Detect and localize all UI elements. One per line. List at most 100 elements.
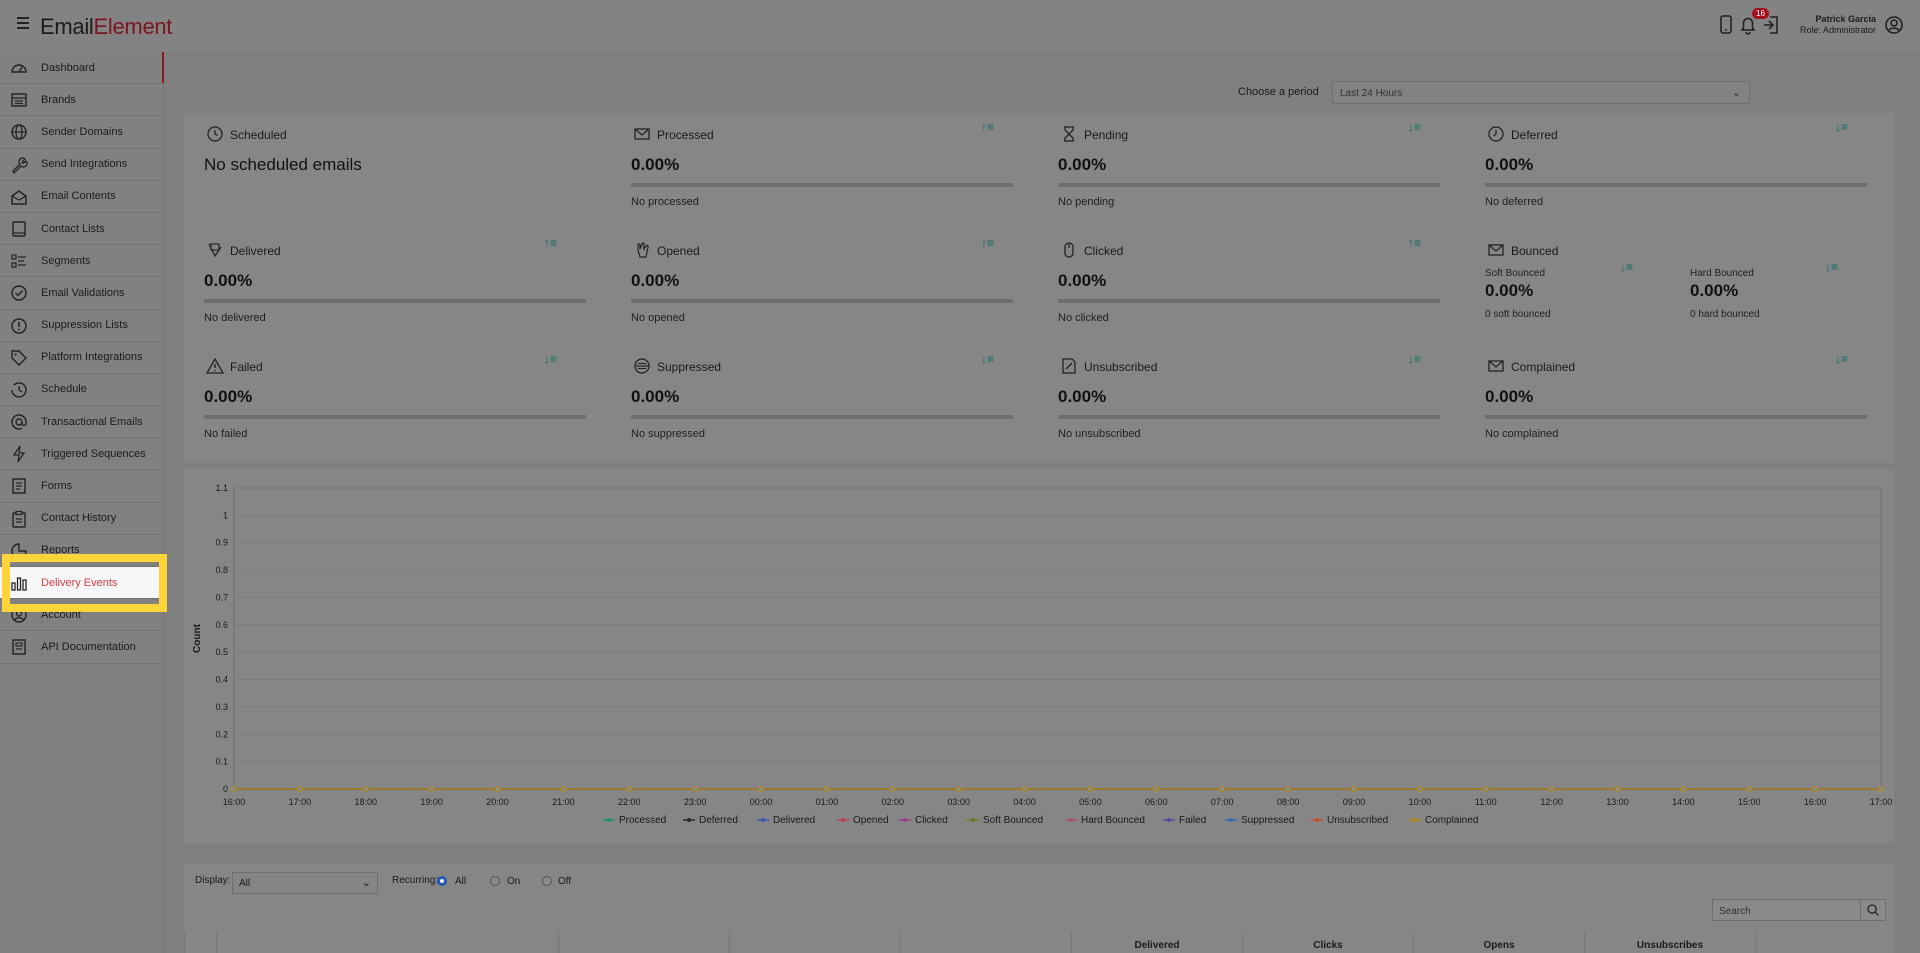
sort-desc-icon[interactable]: ↑≡ <box>981 120 997 134</box>
data-point <box>1746 786 1753 792</box>
stats-panel: Scheduled No scheduled emails Processed … <box>184 113 1894 463</box>
search-input[interactable]: Search <box>1712 899 1862 921</box>
x-tick-label: 13:00 <box>1606 797 1629 807</box>
y-axis-label: Count <box>192 623 203 653</box>
sort-asc-icon[interactable]: ↓≡ <box>1620 260 1636 274</box>
sidebar-item-contact-lists[interactable]: Contact Lists <box>0 213 163 246</box>
exclamation-circle-icon <box>11 317 27 334</box>
form-icon <box>12 478 26 495</box>
card-subtext: No processed <box>631 196 699 208</box>
radio-all[interactable] <box>437 876 447 886</box>
table-header-clicks[interactable]: Clicks <box>1242 932 1413 953</box>
y-tick-label: 0.5 <box>215 647 228 657</box>
radio-on[interactable] <box>490 876 500 886</box>
envelope-x-icon <box>1488 244 1504 256</box>
soft-bounced-subtext: 0 soft bounced <box>1485 309 1551 320</box>
sidebar: Dashboard Brands Sender Domains Send Int… <box>0 52 164 953</box>
soft-bounced-label: Soft Bounced <box>1485 268 1546 279</box>
progress-bar <box>1485 183 1867 187</box>
sidebar-item-suppression-lists[interactable]: Suppression Lists <box>0 310 163 342</box>
sidebar-item-label: Send Integrations <box>41 158 128 171</box>
x-tick-label: 12:00 <box>1540 797 1563 807</box>
radio-on-label: On <box>507 876 521 887</box>
hourglass-icon <box>1064 126 1074 142</box>
sidebar-item-email-validations[interactable]: Email Validations <box>0 277 163 310</box>
x-tick-label: 17:00 <box>289 797 312 807</box>
progress-bar <box>631 415 1013 419</box>
period-select[interactable]: Last 24 Hours ⌄ <box>1332 81 1750 104</box>
data-point <box>1680 786 1687 792</box>
sort-asc-icon[interactable]: ↓≡ <box>544 352 560 366</box>
sort-asc-icon[interactable]: ↓≡ <box>1408 352 1424 366</box>
card-failed: Failed ↓≡ 0.00% No failed <box>184 345 611 461</box>
table-header-unsubscribes[interactable]: Unsubscribes <box>1584 932 1755 953</box>
sidebar-item-segments[interactable]: Segments <box>0 245 163 278</box>
envelope-open-icon <box>11 189 27 205</box>
x-tick-label: 07:00 <box>1211 797 1234 807</box>
sidebar-item-send-integrations[interactable]: Send Integrations <box>0 149 163 181</box>
data-point <box>758 786 765 792</box>
legend-marker <box>761 818 765 822</box>
card-value: 0.00% <box>1058 271 1107 290</box>
sort-asc-icon[interactable]: ↓≡ <box>1408 120 1424 134</box>
data-point <box>494 786 501 792</box>
data-point <box>1153 786 1160 792</box>
logo-part-element: Element <box>93 14 173 39</box>
sidebar-item-api-documentation[interactable]: API Documentation <box>0 631 163 664</box>
table-header-opens[interactable]: Opens <box>1413 932 1584 953</box>
progress-bar <box>204 299 586 303</box>
radio-off[interactable] <box>542 876 552 886</box>
logout-icon[interactable] <box>1761 14 1781 36</box>
menu-icon[interactable] <box>14 14 32 32</box>
sidebar-item-brands[interactable]: Brands <box>0 84 163 117</box>
search-icon[interactable] <box>1860 899 1886 921</box>
display-select[interactable]: All ⌄ <box>232 872 378 894</box>
sort-asc-icon[interactable]: ↓≡ <box>1825 260 1841 274</box>
app-logo[interactable]: EmailElement <box>40 14 172 40</box>
x-tick-label: 02:00 <box>882 797 905 807</box>
sidebar-item-platform-integrations[interactable]: Platform Integrations <box>0 342 163 374</box>
card-value: 0.00% <box>631 387 680 406</box>
sidebar-item-dashboard[interactable]: Dashboard <box>0 52 164 85</box>
card-complained: Complained ↓≡ 0.00% No complained <box>1465 345 1892 461</box>
card-value: 0.00% <box>631 155 680 174</box>
sidebar-item-sender-domains[interactable]: Sender Domains <box>0 116 163 149</box>
unsubscribe-icon <box>1062 358 1076 374</box>
sort-asc-icon[interactable]: ↓≡ <box>1835 120 1851 134</box>
sort-asc-icon[interactable]: ↓≡ <box>981 352 997 366</box>
sort-desc-icon[interactable]: ↑≡ <box>981 236 997 250</box>
y-tick-label: 0.9 <box>215 538 228 548</box>
user-avatar-icon[interactable] <box>1884 14 1904 36</box>
x-tick-label: 23:00 <box>684 797 707 807</box>
sidebar-item-forms[interactable]: Forms <box>0 470 163 503</box>
sidebar-item-triggered-sequences[interactable]: Triggered Sequences <box>0 438 163 471</box>
card-subtext: No suppressed <box>631 428 705 440</box>
x-tick-label: 08:00 <box>1277 797 1300 807</box>
progress-bar <box>1058 183 1440 187</box>
sort-asc-icon[interactable]: ↓≡ <box>1835 352 1851 366</box>
x-tick-label: 06:00 <box>1145 797 1168 807</box>
sort-desc-icon[interactable]: ↑≡ <box>1408 236 1424 250</box>
card-value: 0.00% <box>631 271 680 290</box>
sidebar-item-schedule[interactable]: Schedule <box>0 374 163 407</box>
card-value: 0.00% <box>1058 387 1107 406</box>
segments-icon <box>11 254 26 268</box>
table-header-delivered[interactable]: Delivered <box>1071 932 1242 953</box>
card-clicked: Clicked ↑≡ 0.00% No clicked <box>1038 229 1465 345</box>
card-value: 0.00% <box>1058 155 1107 174</box>
y-tick-label: 0.7 <box>215 592 228 602</box>
sidebar-item-email-contents[interactable]: Email Contents <box>0 181 163 213</box>
sidebar-item-transactional-emails[interactable]: Transactional Emails <box>0 406 163 439</box>
progress-bar <box>631 183 1013 187</box>
chevron-down-icon: ⌄ <box>1731 87 1741 99</box>
y-tick-label: 0.2 <box>215 729 228 739</box>
sidebar-item-label: Schedule <box>41 383 87 396</box>
y-tick-label: 1.1 <box>215 483 228 493</box>
x-tick-label: 14:00 <box>1672 797 1695 807</box>
legend-marker <box>841 818 845 822</box>
card-title: Unsubscribed <box>1084 360 1158 374</box>
phone-icon[interactable] <box>1716 14 1736 36</box>
sort-desc-icon[interactable]: ↑≡ <box>544 236 560 250</box>
sidebar-item-contact-history[interactable]: Contact History <box>0 503 163 535</box>
x-tick-label: 15:00 <box>1738 797 1761 807</box>
